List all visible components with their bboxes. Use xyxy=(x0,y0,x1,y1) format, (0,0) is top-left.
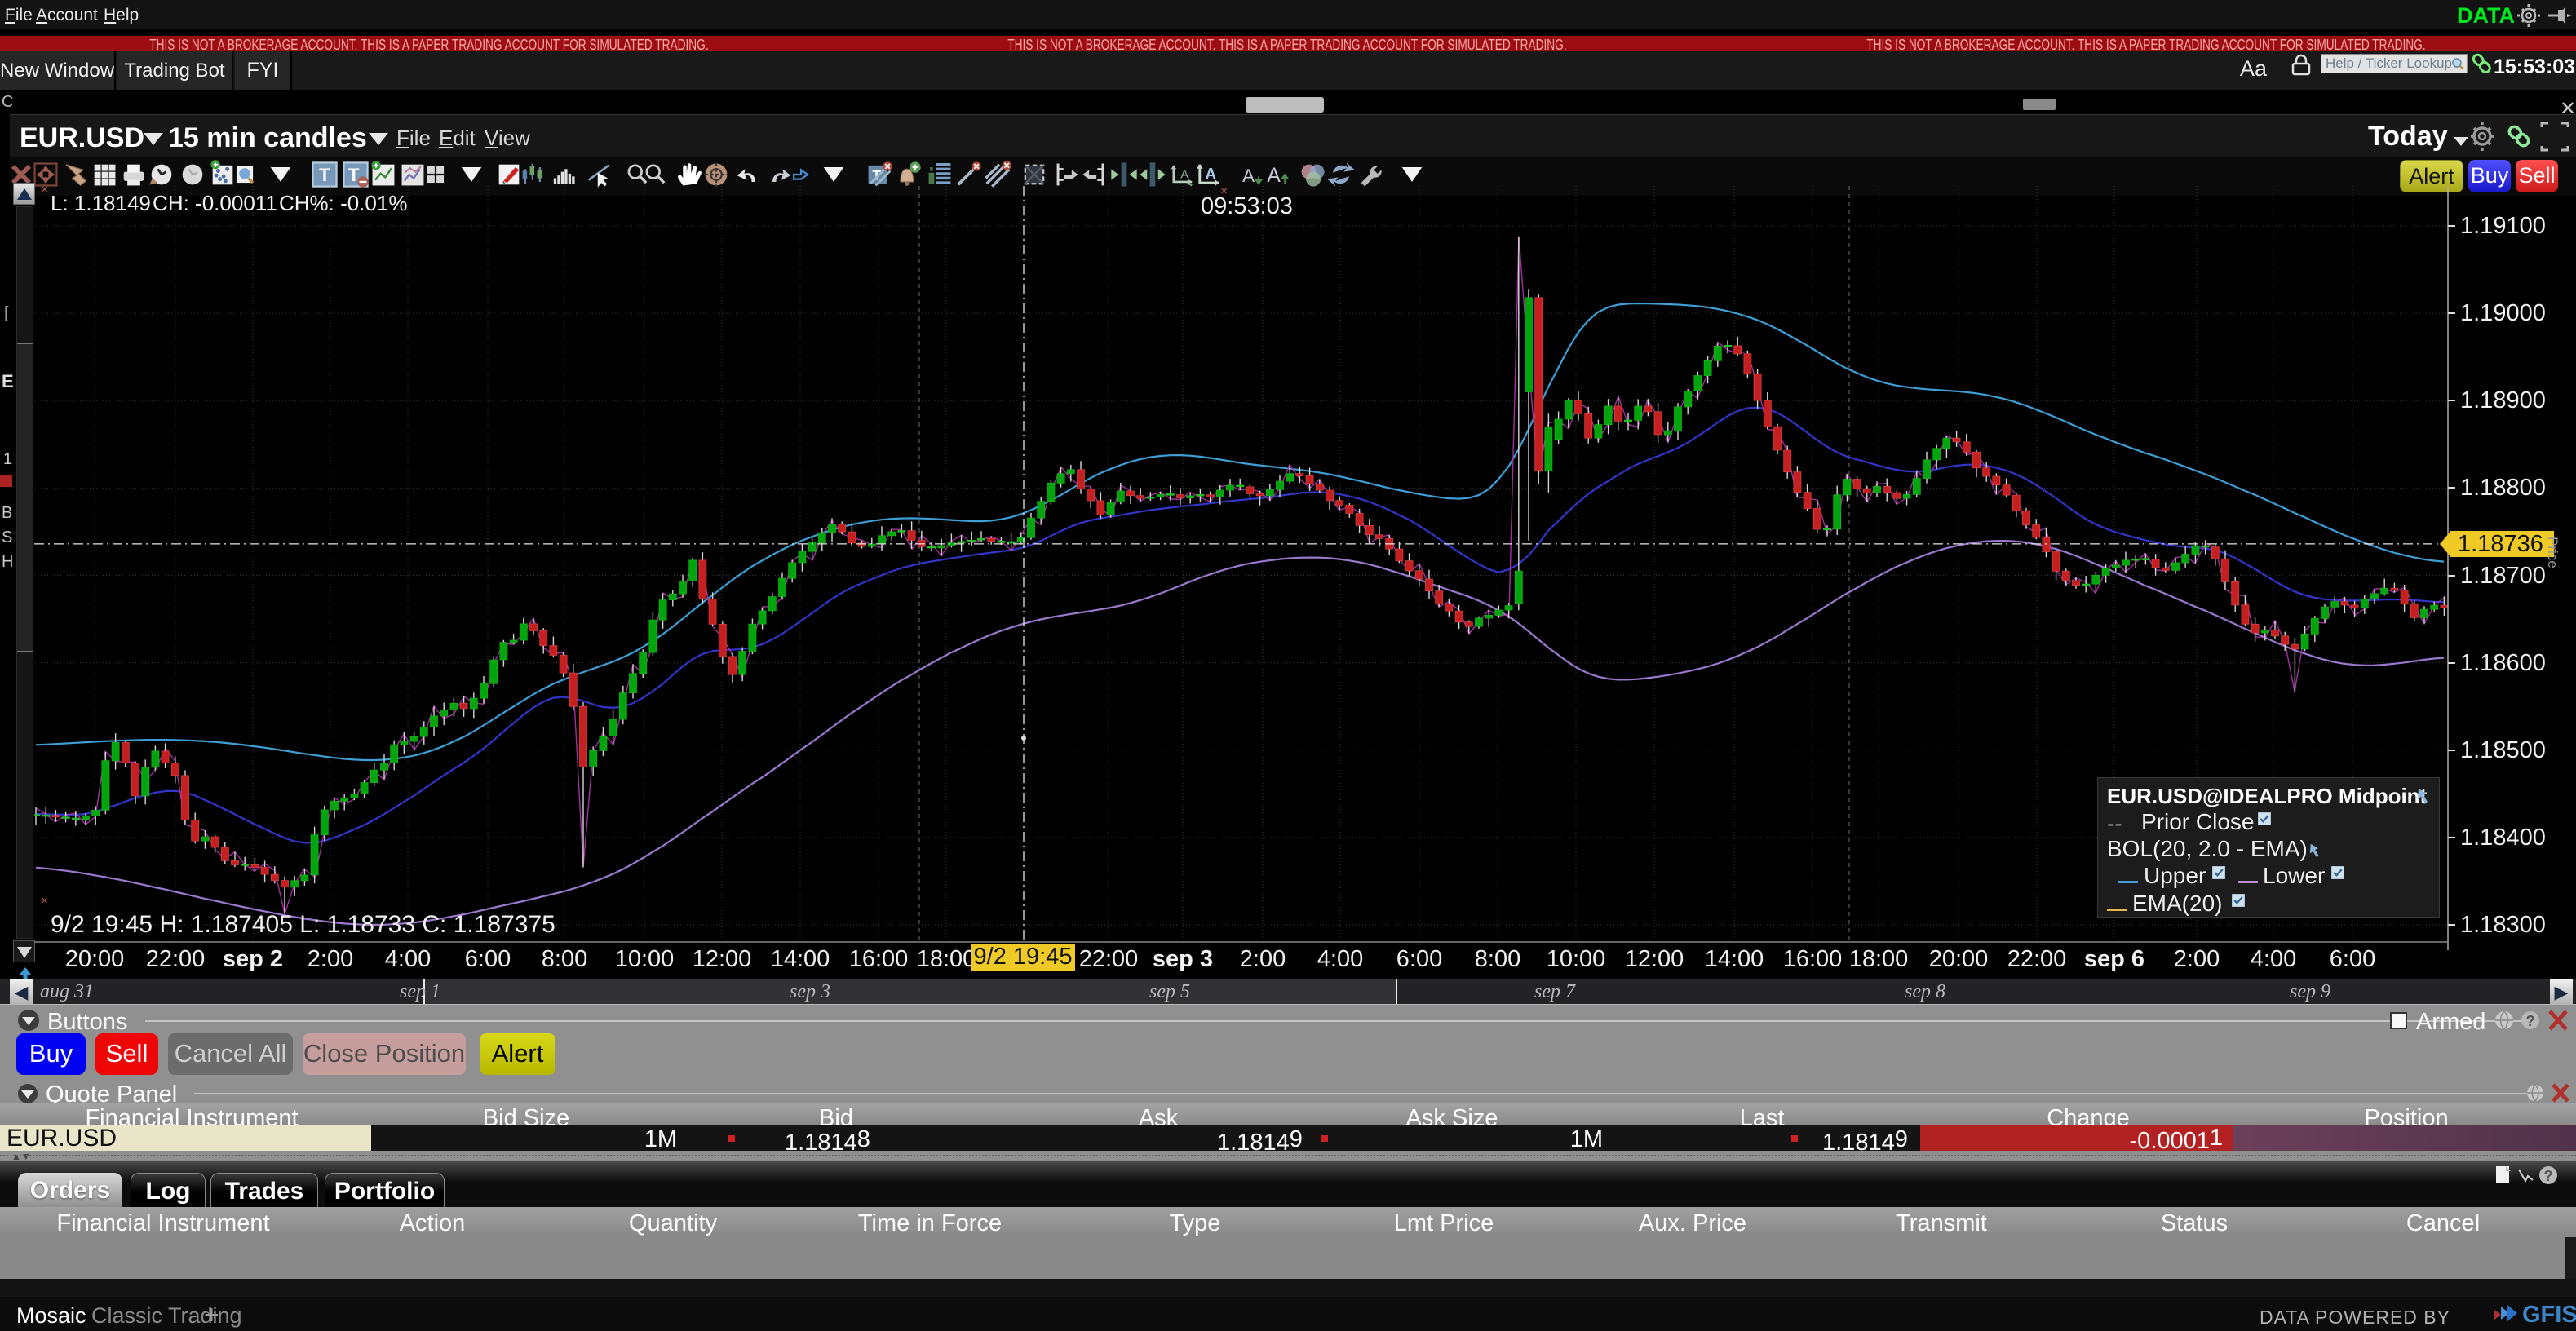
svg-text:?: ? xyxy=(2544,1168,2553,1184)
svg-text:?: ? xyxy=(2526,1013,2535,1029)
